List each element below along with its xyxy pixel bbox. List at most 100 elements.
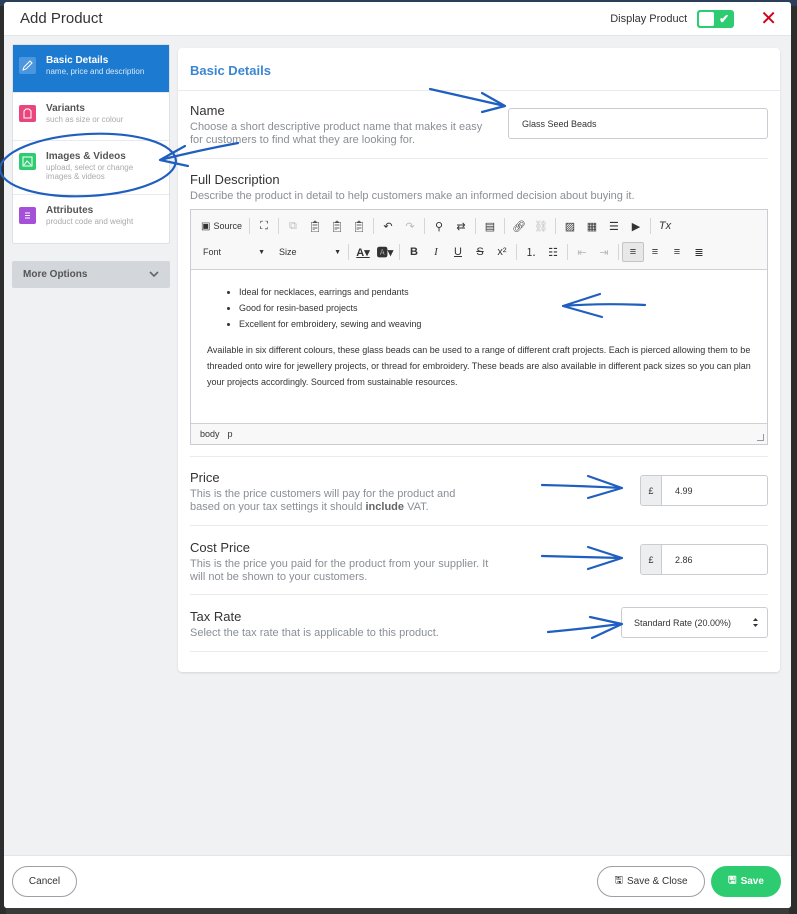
sidebar-item-text: Attributes product code and weight xyxy=(46,205,133,226)
redo-icon[interactable]: ↷ xyxy=(399,216,421,236)
bulleted-list-icon[interactable]: ☷ xyxy=(542,242,564,262)
italic-icon[interactable]: I xyxy=(425,242,447,262)
shirt-icon xyxy=(19,105,36,122)
modal-header: Add Product Display Product ✔ ✕ xyxy=(4,2,791,36)
image-insert-icon[interactable]: ▨ xyxy=(559,216,581,236)
sidebar-item-text: Variants such as size or colour xyxy=(46,103,123,124)
sidebar-item-text: Basic Details name, price and descriptio… xyxy=(46,55,144,76)
caret-down-icon: ▼ xyxy=(334,248,341,256)
undo-icon[interactable]: ↶ xyxy=(377,216,399,236)
toolbar-separator xyxy=(554,218,556,234)
resize-handle[interactable] xyxy=(757,434,764,441)
underline-icon[interactable]: U xyxy=(447,242,469,262)
description-label: Full Description xyxy=(190,172,280,187)
rich-text-editor: ▣ Source ⛶ ⧉ 📋︎ 📋︎ 📋︎ ↶ ↷ ⚲ ⇄ ▤ 🔗︎ ⛓ ▨ ▦… xyxy=(190,209,768,445)
check-icon: ✔ xyxy=(719,11,730,26)
sidebar-item-sub: such as size or colour xyxy=(46,115,124,124)
currency-addon: £ xyxy=(641,545,662,574)
numbered-list-icon[interactable]: ⒈ xyxy=(520,242,542,262)
image-icon xyxy=(19,153,36,170)
bold-icon[interactable]: B xyxy=(403,242,425,262)
toggle-knob xyxy=(699,11,715,26)
sidebar-item-attributes[interactable]: Attributes product code and weight xyxy=(13,195,169,243)
divider xyxy=(190,456,768,457)
toolbar-separator xyxy=(649,218,651,234)
floppy-icon: 🖫 xyxy=(614,875,623,886)
sidebar-item-basic-details[interactable]: Basic Details name, price and descriptio… xyxy=(13,45,169,93)
source-label: Source xyxy=(213,221,242,231)
video-icon[interactable]: ▶ xyxy=(625,216,647,236)
path-p[interactable]: p xyxy=(228,429,233,439)
price-input[interactable]: 4.99 xyxy=(662,476,693,505)
source-button[interactable]: ▣ Source xyxy=(197,216,246,236)
sidebar-item-sub: upload, select or change images & videos xyxy=(46,163,134,181)
align-center-icon[interactable]: ≡ xyxy=(644,242,666,262)
close-icon[interactable]: ✕ xyxy=(760,9,777,29)
sidebar-item-images-videos[interactable]: Images & Videos upload, select or change… xyxy=(13,141,169,195)
display-product-toggle[interactable]: ✔ xyxy=(697,9,735,28)
toolbar-separator xyxy=(248,218,250,234)
toolbar-row-2: Font ▼ Size ▼ A▾ 🅰︎▾ B I U S x² ⒈ ☷ ⇤ ⇥ … xyxy=(197,240,761,264)
paste-word-icon[interactable]: 📋︎ xyxy=(348,216,370,236)
text-color-icon[interactable]: A▾ xyxy=(352,242,374,262)
divider xyxy=(190,525,768,526)
replace-icon[interactable]: ⇄ xyxy=(450,216,472,236)
price-field-info: Price This is the price customers will p… xyxy=(190,470,480,514)
tax-rate-help: Select the tax rate that is applicable t… xyxy=(190,627,439,639)
panel-title: Basic Details xyxy=(178,48,780,91)
strikethrough-icon[interactable]: S xyxy=(469,242,491,262)
cost-price-input-group: £ 2.86 xyxy=(640,544,768,575)
price-label: Price xyxy=(190,470,220,485)
align-justify-icon[interactable]: ≣ xyxy=(688,242,710,262)
paste-icon[interactable]: 📋︎ xyxy=(304,216,326,236)
horizontal-line-icon[interactable]: ☰ xyxy=(603,216,625,236)
name-label: Name xyxy=(190,103,225,118)
remove-format-icon[interactable]: Tx xyxy=(654,216,676,236)
basic-details-panel: Basic Details Name Choose a short descri… xyxy=(178,48,780,672)
superscript-icon[interactable]: x² xyxy=(491,242,513,262)
caret-down-icon: ▼ xyxy=(258,248,265,256)
cost-price-input[interactable]: 2.86 xyxy=(662,545,693,574)
tax-rate-label: Tax Rate xyxy=(190,609,242,624)
sidebar-item-variants[interactable]: Variants such as size or colour xyxy=(13,93,169,141)
save-button[interactable]: 🖫 Save xyxy=(711,866,781,897)
align-left-icon[interactable]: ≡ xyxy=(622,242,644,262)
size-select[interactable]: Size ▼ xyxy=(273,243,345,261)
outdent-icon[interactable]: ⇤ xyxy=(571,242,593,262)
tax-rate-value: Standard Rate (20.00%) xyxy=(634,617,732,628)
name-input[interactable]: Glass Seed Beads xyxy=(508,108,768,139)
table-icon[interactable]: ▦ xyxy=(581,216,603,236)
find-icon[interactable]: ⚲ xyxy=(428,216,450,236)
align-right-icon[interactable]: ≡ xyxy=(666,242,688,262)
indent-icon[interactable]: ⇥ xyxy=(593,242,615,262)
sidebar-item-label: Variants xyxy=(46,103,85,114)
editor-toolbar: ▣ Source ⛶ ⧉ 📋︎ 📋︎ 📋︎ ↶ ↷ ⚲ ⇄ ▤ 🔗︎ ⛓ ▨ ▦… xyxy=(191,210,767,270)
path-body[interactable]: body xyxy=(200,429,220,439)
background-color-icon[interactable]: 🅰︎▾ xyxy=(374,242,396,262)
description-help: Describe the product in detail to help c… xyxy=(190,190,635,202)
product-sidebar: Basic Details name, price and descriptio… xyxy=(12,44,170,288)
save-close-button[interactable]: 🖫 Save & Close xyxy=(597,866,705,897)
font-select-label: Font xyxy=(203,247,222,257)
unlink-icon[interactable]: ⛓ xyxy=(530,216,552,236)
add-product-modal: Add Product Display Product ✔ ✕ Basic De… xyxy=(4,2,791,908)
toolbar-separator xyxy=(348,244,349,260)
toolbar-separator xyxy=(503,218,505,234)
tax-rate-select[interactable]: Standard Rate (20.00%) xyxy=(621,607,768,638)
more-options-label: More Options xyxy=(23,269,88,280)
more-options-button[interactable]: More Options xyxy=(12,261,170,288)
link-icon[interactable]: 🔗︎ xyxy=(508,216,530,236)
font-select[interactable]: Font ▼ xyxy=(197,243,269,261)
select-all-icon[interactable]: ▤ xyxy=(479,216,501,236)
toolbar-separator xyxy=(474,218,476,234)
cost-price-label: Cost Price xyxy=(190,540,250,555)
cancel-button[interactable]: Cancel xyxy=(12,866,77,897)
sidebar-nav: Basic Details name, price and descriptio… xyxy=(12,44,170,244)
copy-icon[interactable]: ⧉ xyxy=(282,216,304,236)
toolbar-row-1: ▣ Source ⛶ ⧉ 📋︎ 📋︎ 📋︎ ↶ ↷ ⚲ ⇄ ▤ 🔗︎ ⛓ ▨ ▦… xyxy=(197,214,761,238)
save-label: Save xyxy=(740,876,764,887)
maximize-icon[interactable]: ⛶ xyxy=(253,216,275,236)
sidebar-item-label: Images & Videos xyxy=(46,151,126,162)
paste-text-icon[interactable]: 📋︎ xyxy=(326,216,348,236)
editor-content[interactable]: Ideal for necklaces, earrings and pendan… xyxy=(191,270,767,423)
